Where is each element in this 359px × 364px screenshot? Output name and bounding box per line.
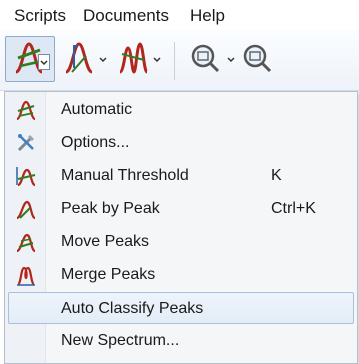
- multi-peak-dropdown[interactable]: [152, 52, 162, 64]
- manual-threshold-icon: [16, 167, 36, 187]
- auto-peak-dropdown[interactable]: [38, 54, 50, 70]
- menu-item-new-spectrum[interactable]: New Spectrum...: [9, 325, 353, 357]
- zoom-icon: [191, 44, 220, 73]
- menu-item-auto-classify-peaks[interactable]: Auto Classify Peaks: [8, 292, 354, 324]
- chevron-down-icon: [40, 60, 48, 66]
- chevron-down-icon: [227, 57, 235, 63]
- tools-icon: [17, 134, 34, 152]
- chevron-down-icon: [153, 57, 161, 63]
- zoom-icon-2: [243, 44, 272, 73]
- peak-manual-icon: [65, 42, 93, 74]
- menu-item-shortcut: Ctrl+K: [271, 200, 316, 217]
- menu-item-manual-threshold[interactable]: Manual Threshold K: [9, 160, 353, 192]
- menu-help[interactable]: Help: [190, 6, 225, 26]
- menu-item-label: Manual Threshold: [61, 167, 189, 184]
- menu-item-label: Move Peaks: [61, 233, 150, 250]
- zoom-dropdown[interactable]: [226, 52, 236, 64]
- menu-item-move-peaks[interactable]: Move Peaks: [9, 226, 353, 258]
- menu-item-merge-peaks[interactable]: Merge Peaks: [9, 259, 353, 291]
- menu-item-label: Peak by Peak: [61, 200, 160, 217]
- menu-item-label: New Spectrum...: [61, 332, 180, 349]
- multi-peak-button[interactable]: [116, 38, 150, 80]
- manual-peak-dropdown[interactable]: [98, 52, 108, 64]
- menu-scripts[interactable]: Scripts: [14, 6, 66, 26]
- menu-item-shortcut: K: [271, 167, 282, 184]
- peak-detection-menu: Automatic Options... Manual Threshold K …: [4, 91, 358, 364]
- menu-item-automatic[interactable]: Automatic: [9, 94, 353, 126]
- zoom-button[interactable]: [188, 38, 222, 80]
- toolbar-separator: [174, 42, 175, 80]
- menu-item-label: Auto Classify Peaks: [61, 300, 204, 317]
- menu-bar: Scripts Documents Help: [0, 0, 359, 30]
- move-peaks-icon: [16, 233, 36, 253]
- menu-item-label: Merge Peaks: [61, 266, 156, 283]
- menu-item-peak-by-peak[interactable]: Peak by Peak Ctrl+K: [9, 193, 353, 225]
- menu-item-label: Automatic: [61, 101, 133, 118]
- toolbar: [0, 30, 359, 91]
- menu-item-options[interactable]: Options...: [9, 127, 353, 159]
- menu-item-label: Options...: [61, 134, 130, 151]
- menu-documents[interactable]: Documents: [83, 6, 169, 26]
- merge-peaks-icon: [17, 266, 35, 286]
- peak-multi-icon: [118, 42, 149, 74]
- zoom-button-2[interactable]: [240, 38, 274, 80]
- manual-peak-button[interactable]: [62, 38, 96, 80]
- automatic-peak-icon: [16, 100, 36, 121]
- chevron-down-icon: [99, 57, 107, 63]
- peak-by-peak-icon: [16, 200, 36, 220]
